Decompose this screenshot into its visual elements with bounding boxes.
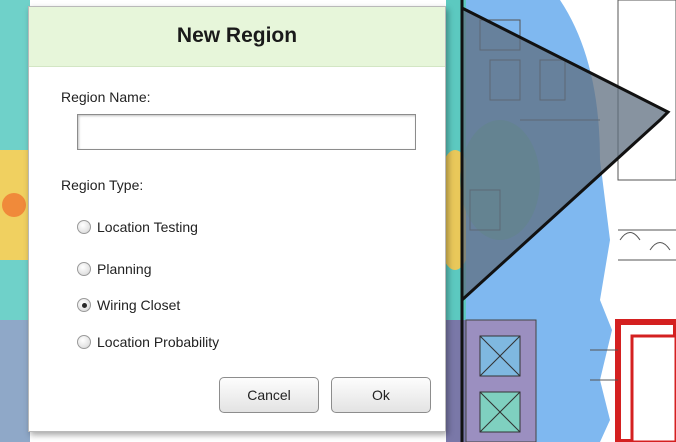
region-type-label: Region Type:: [61, 177, 144, 193]
radio-button-icon[interactable]: [77, 335, 91, 349]
region-name-label: Region Name:: [61, 89, 151, 105]
radio-label: Location Probability: [97, 334, 220, 350]
ok-button[interactable]: Ok: [331, 377, 431, 413]
radio-button-selected-icon[interactable]: [77, 298, 91, 312]
region-name-input[interactable]: [77, 114, 416, 150]
cancel-button[interactable]: Cancel: [219, 377, 319, 413]
dialog-header: New Region: [29, 7, 445, 67]
dialog-title: New Region: [176, 23, 298, 47]
radio-wiring-closet[interactable]: Wiring Closet: [77, 297, 180, 313]
radio-button-icon[interactable]: [77, 220, 91, 234]
radio-planning[interactable]: Planning: [77, 261, 152, 277]
radio-label: Planning: [97, 261, 152, 277]
new-region-dialog: New Region Region Name: Region Type: Loc…: [28, 6, 446, 432]
radio-label: Wiring Closet: [97, 297, 181, 313]
radio-button-icon[interactable]: [77, 262, 91, 276]
radio-label: Location Testing: [97, 219, 198, 235]
radio-location-testing[interactable]: Location Testing: [77, 219, 198, 235]
radio-location-probability[interactable]: Location Probability: [77, 334, 219, 350]
